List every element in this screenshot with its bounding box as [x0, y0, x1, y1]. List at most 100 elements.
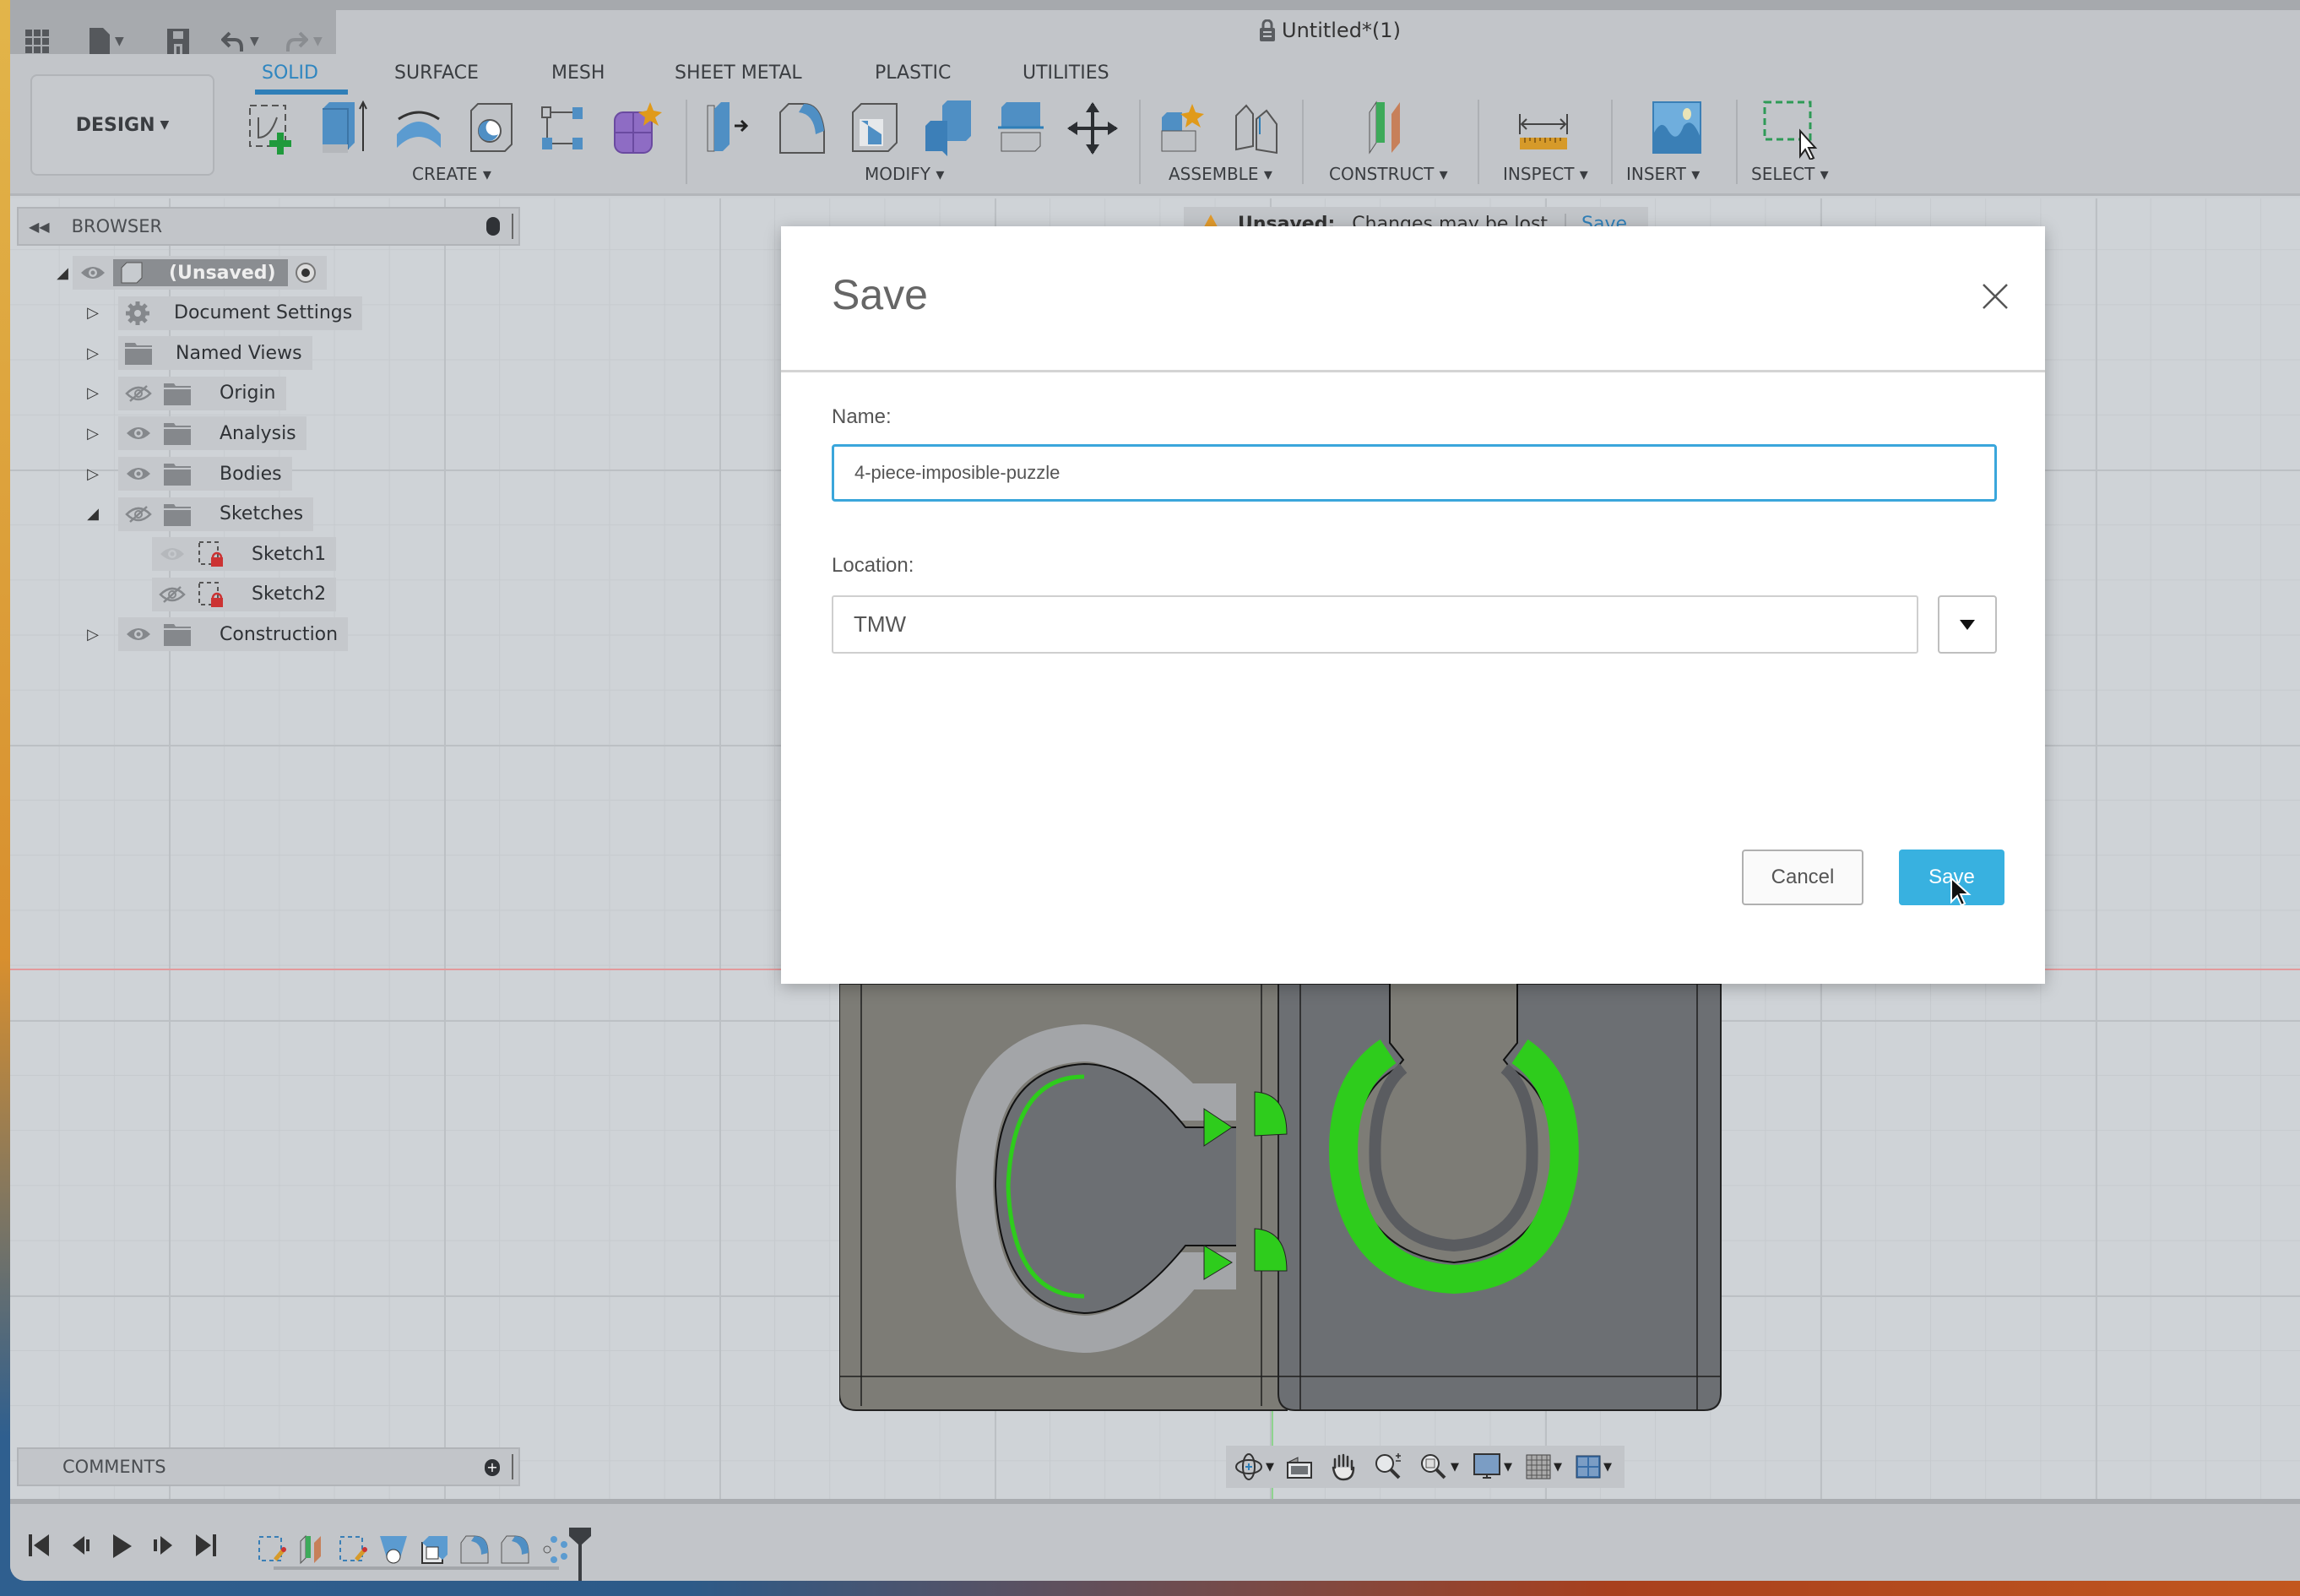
eye-icon[interactable]: [125, 465, 152, 482]
tree-item-document-settings[interactable]: ▷ Document Settings: [83, 296, 363, 330]
revolve-feature-icon[interactable]: [378, 1534, 409, 1565]
tab-solid[interactable]: SOLID: [262, 62, 318, 84]
add-comment-icon[interactable]: +: [485, 1459, 500, 1476]
undo-button[interactable]: ▼: [221, 27, 259, 56]
expand-triangle-icon[interactable]: ◢: [52, 264, 73, 282]
step-forward-icon[interactable]: [152, 1533, 174, 1558]
plane-feature-icon[interactable]: [297, 1534, 328, 1565]
eye-hidden-icon[interactable]: [125, 505, 152, 524]
move-copy-button[interactable]: [1067, 100, 1118, 156]
workspace-switcher[interactable]: DESIGN ▼: [30, 74, 214, 176]
redo-button[interactable]: ▼: [285, 27, 323, 56]
tab-plastic[interactable]: PLASTIC: [875, 62, 951, 84]
extrude-button[interactable]: [319, 100, 370, 156]
sketch-feature-icon[interactable]: [257, 1534, 287, 1565]
tab-surface[interactable]: SURFACE: [394, 62, 479, 84]
select-window-button[interactable]: [1763, 100, 1818, 161]
orbit-button[interactable]: ▼: [1234, 1450, 1274, 1484]
select-menu[interactable]: SELECT ▾: [1751, 164, 1829, 184]
collapse-triangle-icon[interactable]: ▷: [83, 425, 103, 442]
model-3d-view[interactable]: [839, 984, 1722, 1414]
comments-panel-header: COMMENTS +: [17, 1447, 520, 1486]
press-pull-button[interactable]: [704, 100, 755, 156]
display-settings-button[interactable]: ▼: [1473, 1450, 1512, 1484]
create-sketch-button[interactable]: [245, 100, 296, 156]
tree-item-construction[interactable]: ▷ Construction: [83, 617, 349, 652]
timeline-marker[interactable]: [569, 1528, 591, 1581]
create-form-button[interactable]: [611, 100, 662, 156]
eye-hidden-icon[interactable]: [125, 384, 152, 403]
collapse-triangle-icon[interactable]: ▷: [83, 304, 103, 322]
grid-settings-button[interactable]: ▼: [1526, 1450, 1562, 1484]
fillet-button[interactable]: [777, 100, 827, 156]
modify-menu[interactable]: MODIFY ▾: [865, 164, 944, 184]
name-input[interactable]: [832, 444, 1997, 502]
shell-feature-icon[interactable]: [419, 1534, 449, 1565]
save-icon: [167, 29, 189, 54]
pattern-feature-icon[interactable]: [540, 1534, 571, 1565]
pattern-button[interactable]: [539, 100, 589, 156]
combine-button[interactable]: [922, 100, 973, 156]
shell-button[interactable]: [849, 100, 900, 156]
eye-icon[interactable]: [159, 546, 186, 562]
tree-item-bodies[interactable]: ▷ Bodies: [83, 457, 292, 491]
eye-icon[interactable]: [79, 264, 106, 281]
joint-button[interactable]: [1231, 100, 1282, 156]
tab-sheet-metal[interactable]: SHEET METAL: [675, 62, 802, 84]
file-menu-button[interactable]: ▼: [90, 27, 124, 56]
save-button[interactable]: [167, 27, 189, 56]
fit-button[interactable]: ▼: [1419, 1450, 1459, 1484]
go-to-end-icon[interactable]: [194, 1533, 216, 1558]
tree-item-sketch2[interactable]: Sketch2: [152, 577, 337, 611]
tree-item-analysis[interactable]: ▷ Analysis: [83, 416, 306, 451]
tree-item-origin[interactable]: ▷ Origin: [83, 376, 286, 410]
browser-minimize-icon[interactable]: [486, 217, 500, 236]
collapse-triangle-icon[interactable]: ▷: [83, 345, 103, 362]
tree-item-sketches[interactable]: ◢ Sketches: [83, 497, 314, 531]
tree-item-named-views[interactable]: ▷ Named Views: [83, 336, 312, 371]
go-to-start-icon[interactable]: [29, 1533, 51, 1558]
panel-resize-handle[interactable]: [512, 214, 513, 239]
tab-mesh[interactable]: MESH: [551, 62, 605, 84]
location-dropdown-button[interactable]: [1938, 595, 1997, 654]
eye-icon[interactable]: [125, 425, 152, 442]
measure-button[interactable]: [1518, 100, 1569, 156]
sketch-feature-icon[interactable]: [338, 1534, 368, 1565]
zoom-button[interactable]: [1374, 1450, 1402, 1484]
panel-resize-handle[interactable]: [512, 1454, 513, 1479]
look-at-button[interactable]: [1286, 1450, 1313, 1484]
cancel-button[interactable]: Cancel: [1742, 850, 1863, 905]
viewports-button[interactable]: ▼: [1576, 1450, 1612, 1484]
eye-hidden-icon[interactable]: [159, 585, 186, 604]
inspect-menu[interactable]: INSPECT ▾: [1503, 164, 1588, 184]
new-component-button[interactable]: [1158, 100, 1209, 156]
split-body-button[interactable]: [995, 100, 1045, 156]
assemble-menu[interactable]: ASSEMBLE ▾: [1169, 164, 1272, 184]
collapse-triangle-icon[interactable]: ▷: [83, 465, 103, 483]
tree-root[interactable]: ◢ (Unsaved): [52, 256, 327, 290]
collapse-triangle-icon[interactable]: ▷: [83, 384, 103, 402]
fillet-feature-icon[interactable]: [500, 1534, 530, 1565]
eye-icon[interactable]: [125, 626, 152, 643]
expand-triangle-icon[interactable]: ◢: [83, 505, 103, 523]
tab-utilities[interactable]: UTILITIES: [1023, 62, 1109, 84]
insert-image-button[interactable]: [1652, 100, 1702, 156]
tree-item-sketch1[interactable]: Sketch1: [152, 537, 337, 572]
construct-menu[interactable]: CONSTRUCT ▾: [1329, 164, 1448, 184]
pan-button[interactable]: [1330, 1450, 1357, 1484]
create-menu[interactable]: CREATE ▾: [412, 164, 491, 184]
dialog-title: Save: [832, 271, 928, 318]
collapse-browser-icon[interactable]: ◀◀: [29, 219, 50, 235]
apps-grid-button[interactable]: [25, 27, 49, 56]
play-icon[interactable]: [111, 1533, 133, 1560]
offset-plane-button[interactable]: [1364, 100, 1415, 156]
activate-radio-icon[interactable]: [295, 262, 317, 284]
step-back-icon[interactable]: [71, 1533, 93, 1558]
location-select[interactable]: TMW: [832, 595, 1918, 654]
fillet-feature-icon[interactable]: [459, 1534, 490, 1565]
collapse-triangle-icon[interactable]: ▷: [83, 626, 103, 643]
close-icon[interactable]: [1980, 281, 2010, 312]
revolve-button[interactable]: [392, 100, 442, 156]
insert-menu[interactable]: INSERT ▾: [1626, 164, 1700, 184]
hole-button[interactable]: [466, 100, 517, 156]
